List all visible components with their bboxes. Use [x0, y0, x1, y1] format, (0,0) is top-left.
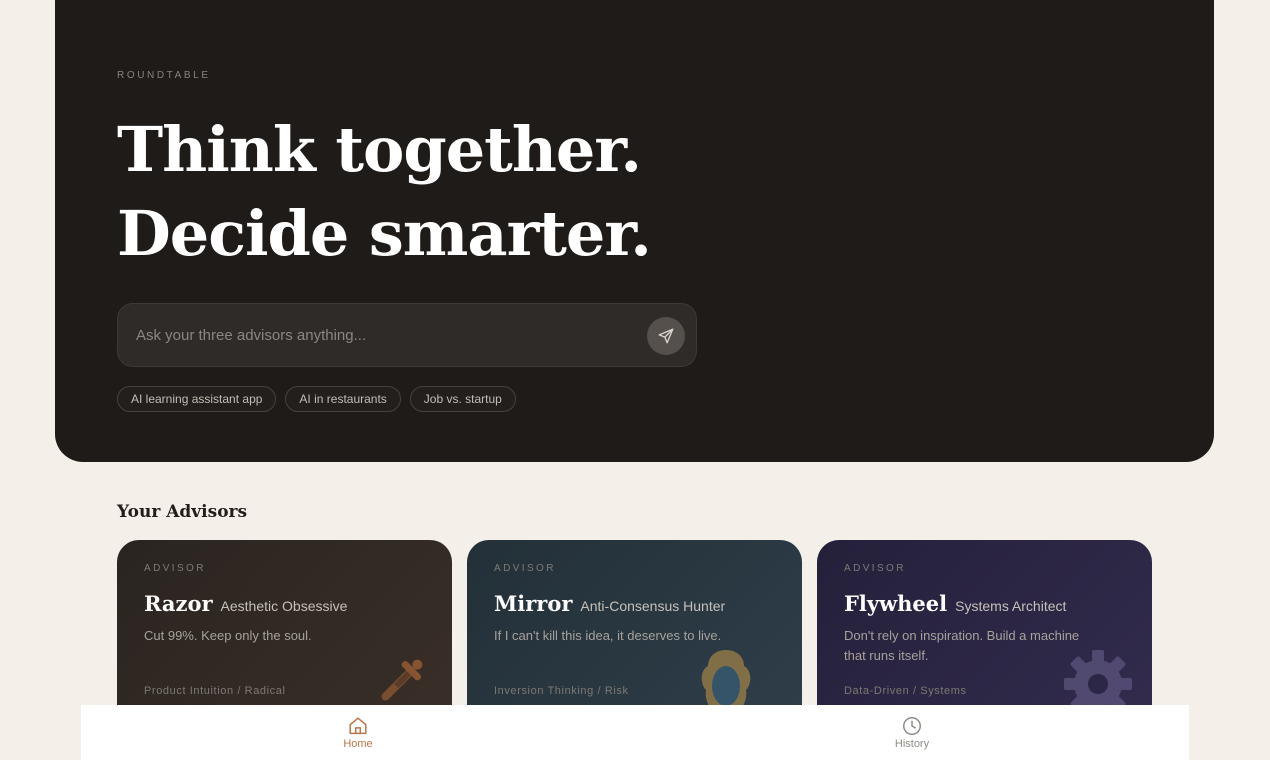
nav-home-label: Home: [343, 738, 373, 750]
advisor-tags: Data-Driven / Systems: [844, 685, 967, 697]
advisor-eyebrow: ADVISOR: [844, 563, 906, 574]
send-icon: [658, 328, 674, 344]
advisor-name: Razor: [144, 591, 213, 616]
brand-eyebrow: ROUNDTABLE: [117, 70, 211, 81]
nav-history[interactable]: History: [635, 705, 1189, 760]
advisor-heading: Mirror Anti-Consensus Hunter: [494, 591, 725, 616]
clock-icon: [903, 717, 921, 735]
advisor-tags: Inversion Thinking / Risk: [494, 685, 629, 697]
advisor-heading: Razor Aesthetic Obsessive: [144, 591, 347, 616]
bottom-nav: Home History: [81, 705, 1189, 760]
send-button[interactable]: [647, 317, 685, 355]
headline-line-1: Think together.: [117, 113, 642, 186]
advisor-tags: Product Intuition / Radical: [144, 685, 286, 697]
ask-box: [117, 303, 697, 367]
suggestion-chip[interactable]: AI in restaurants: [285, 386, 401, 412]
page-headline: Think together. Decide smarter.: [117, 108, 652, 276]
advisor-role: Aesthetic Obsessive: [220, 598, 348, 614]
advisor-heading: Flywheel Systems Architect: [844, 591, 1066, 616]
advisor-role: Anti-Consensus Hunter: [580, 598, 726, 614]
headline-line-2: Decide smarter.: [117, 197, 652, 270]
advisor-name: Flywheel: [844, 591, 948, 616]
suggestion-chip[interactable]: Job vs. startup: [409, 386, 516, 412]
advisor-eyebrow: ADVISOR: [144, 563, 206, 574]
advisor-name: Mirror: [494, 591, 573, 616]
advisors-section-title: Your Advisors: [117, 502, 248, 522]
advisor-role: Systems Architect: [955, 598, 1067, 614]
ask-input[interactable]: [136, 304, 616, 366]
advisor-eyebrow: ADVISOR: [494, 563, 556, 574]
home-icon: [349, 717, 367, 735]
nav-home[interactable]: Home: [81, 705, 635, 760]
hero-panel: ROUNDTABLE Think together. Decide smarte…: [55, 0, 1214, 462]
suggestion-chip[interactable]: AI learning assistant app: [117, 386, 277, 412]
nav-history-label: History: [894, 738, 930, 750]
advisor-description: Cut 99%. Keep only the soul.: [144, 628, 312, 643]
advisor-description: If I can't kill this idea, it deserves t…: [494, 628, 722, 643]
suggestion-chips: AI learning assistant app AI in restaura…: [117, 386, 516, 412]
